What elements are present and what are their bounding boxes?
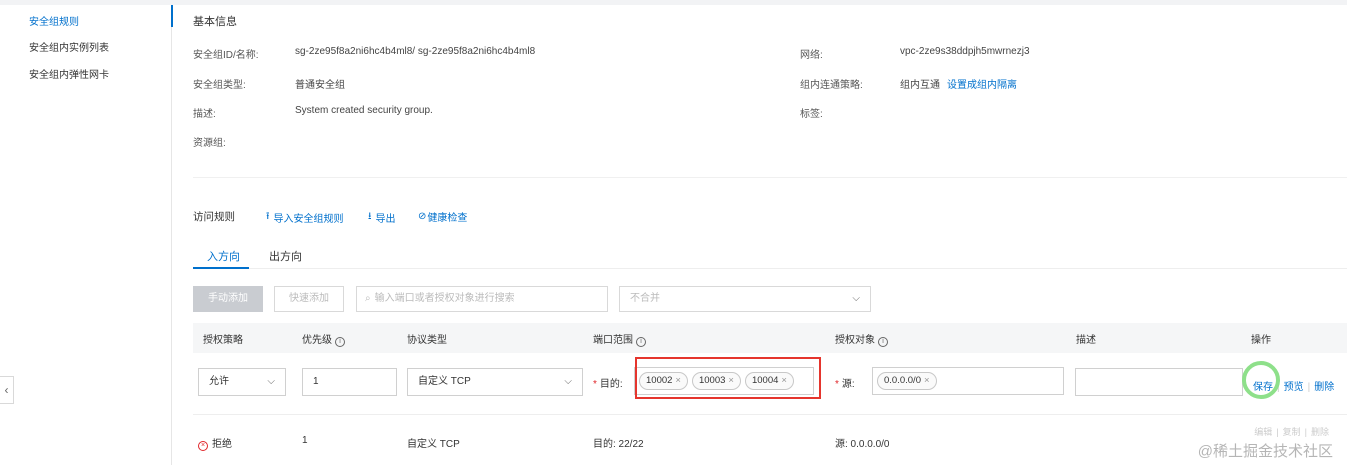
- info-icon[interactable]: i: [335, 337, 345, 347]
- tab-inbound[interactable]: 入方向: [207, 248, 240, 264]
- source-tag-label: 0.0.0.0/0: [884, 375, 921, 386]
- info-icon[interactable]: i: [878, 337, 888, 347]
- th-desc: 描述: [1076, 335, 1096, 346]
- policy-select-value: 允许: [209, 376, 229, 387]
- resource-group-label: 资源组:: [193, 138, 226, 149]
- set-isolation-link[interactable]: 设置成组内隔离: [947, 76, 1017, 91]
- info-icon[interactable]: i: [636, 337, 646, 347]
- source-tags-input[interactable]: 0.0.0.0/0 ×: [872, 367, 1064, 395]
- chevron-down-icon: ⌵: [267, 376, 275, 387]
- policy-select[interactable]: 允许 ⌵: [198, 368, 286, 396]
- cursor-highlight: [1242, 361, 1280, 399]
- th-priority: 优先级 i: [302, 331, 345, 347]
- separator: |: [1304, 427, 1307, 437]
- search-icon: ⌕: [365, 293, 371, 304]
- sg-id-label: 安全组ID/名称:: [193, 50, 259, 61]
- table-row: × 拒绝 1 自定义 TCP 目的: 22/22 源: 0.0.0.0/0: [193, 415, 1347, 460]
- tab-bar-line: [193, 268, 1347, 269]
- edit-link[interactable]: 编辑: [1254, 427, 1272, 437]
- collapse-sidebar-icon[interactable]: ‹: [0, 376, 14, 404]
- tab-outbound[interactable]: 出方向: [269, 248, 302, 264]
- source-label: * 源:: [835, 375, 855, 390]
- port-highlight-box: [635, 357, 821, 399]
- merge-select-value: 不合并: [630, 293, 660, 304]
- network-label: 网络:: [800, 50, 823, 61]
- policy-label: 组内连通策略:: [800, 80, 863, 91]
- required-mark: *: [835, 379, 839, 390]
- source-label-text: 源:: [841, 379, 855, 390]
- sidebar-item-rules[interactable]: 安全组规则: [29, 13, 79, 28]
- sg-id-value: sg-2ze95f8a2ni6hc4b4ml8/ sg-2ze95f8a2ni6…: [295, 46, 536, 57]
- th-auth-label: 授权对象: [835, 335, 875, 346]
- delete-link[interactable]: 删除: [1311, 427, 1329, 437]
- sidebar-item-enis[interactable]: 安全组内弹性网卡: [29, 66, 109, 81]
- access-rules-title: 访问规则: [193, 211, 235, 223]
- chevron-down-icon: ⌵: [564, 376, 572, 387]
- deny-icon: ×: [198, 441, 208, 451]
- desc-label: 描述:: [193, 109, 216, 120]
- separator: |: [1307, 382, 1311, 393]
- preview-button[interactable]: 预览: [1284, 382, 1304, 393]
- th-auth: 授权对象 i: [835, 331, 888, 347]
- protocol-select[interactable]: 自定义 TCP ⌵: [407, 368, 583, 396]
- section-divider: [193, 177, 1347, 178]
- copy-link[interactable]: 复制: [1283, 427, 1301, 437]
- row-priority: 1: [302, 435, 308, 446]
- table-header: 授权策略 优先级 i 协议类型 端口范围 i 授权对象 i 描述 操作: [193, 323, 1347, 353]
- desc-value: System created security group.: [295, 105, 433, 116]
- required-mark: *: [593, 379, 597, 390]
- import-rules-link[interactable]: ⭱ 导入安全组规则: [266, 209, 344, 226]
- network-value[interactable]: vpc-2ze9s38ddpjh5mwrnezj3: [900, 46, 1030, 57]
- download-icon: ⭳: [368, 211, 372, 222]
- tab-active-underline: [193, 267, 249, 269]
- priority-input[interactable]: 1: [302, 368, 397, 396]
- import-rules-label: 导入安全组规则: [273, 214, 344, 225]
- source-tag[interactable]: 0.0.0.0/0 ×: [877, 372, 937, 390]
- policy-value: 组内互通: [900, 80, 940, 91]
- manual-add-button[interactable]: 手动添加: [193, 286, 263, 312]
- sidebar: 安全组规则 安全组内实例列表 安全组内弹性网卡: [0, 5, 172, 465]
- close-icon[interactable]: ×: [924, 375, 930, 386]
- dest-label: * 目的:: [593, 375, 623, 390]
- row-auth: 源: 0.0.0.0/0: [835, 439, 890, 450]
- dest-label-text: 目的:: [599, 379, 623, 390]
- description-input[interactable]: [1075, 368, 1243, 396]
- sg-type-label: 安全组类型:: [193, 80, 246, 91]
- export-label: 导出: [375, 214, 396, 225]
- th-priority-label: 优先级: [302, 335, 332, 346]
- main-content: 基本信息 安全组ID/名称: sg-2ze95f8a2ni6hc4b4ml8/ …: [173, 5, 1347, 465]
- th-port-label: 端口范围: [593, 335, 633, 346]
- merge-select[interactable]: 不合并 ⌵: [619, 286, 871, 312]
- th-ops: 操作: [1251, 335, 1271, 346]
- basic-info-title: 基本信息: [193, 16, 237, 28]
- delete-button[interactable]: 删除: [1314, 382, 1334, 393]
- row-actions: 编辑 | 复制 | 删除: [1254, 425, 1329, 438]
- th-protocol: 协议类型: [407, 335, 447, 346]
- protocol-select-value: 自定义 TCP: [418, 376, 471, 387]
- check-circle-icon: ⊘: [418, 211, 427, 222]
- row-policy: × 拒绝: [198, 435, 232, 451]
- row-policy-label: 拒绝: [212, 439, 232, 450]
- separator: |: [1276, 427, 1279, 437]
- tags-label: 标签:: [800, 109, 823, 120]
- quick-add-button[interactable]: 快速添加: [274, 286, 344, 312]
- health-check-label: 健康检查: [427, 213, 468, 224]
- row-protocol: 自定义 TCP: [407, 439, 460, 450]
- watermark: @稀土掘金技术社区: [1197, 443, 1333, 460]
- export-link[interactable]: ⭳ 导出: [368, 209, 396, 226]
- health-check-link[interactable]: ⊘ 健康检查: [418, 209, 467, 224]
- th-port: 端口范围 i: [593, 331, 646, 347]
- sg-type-value: 普通安全组: [295, 80, 345, 91]
- upload-icon: ⭱: [266, 211, 270, 222]
- chevron-down-icon: ⌵: [852, 293, 860, 304]
- search-placeholder: 输入端口或者授权对象进行搜索: [374, 293, 515, 304]
- th-policy: 授权策略: [203, 335, 243, 346]
- search-input[interactable]: ⌕ 输入端口或者授权对象进行搜索: [356, 286, 608, 312]
- sidebar-item-instances[interactable]: 安全组内实例列表: [29, 39, 109, 54]
- row-port: 目的: 22/22: [593, 439, 644, 450]
